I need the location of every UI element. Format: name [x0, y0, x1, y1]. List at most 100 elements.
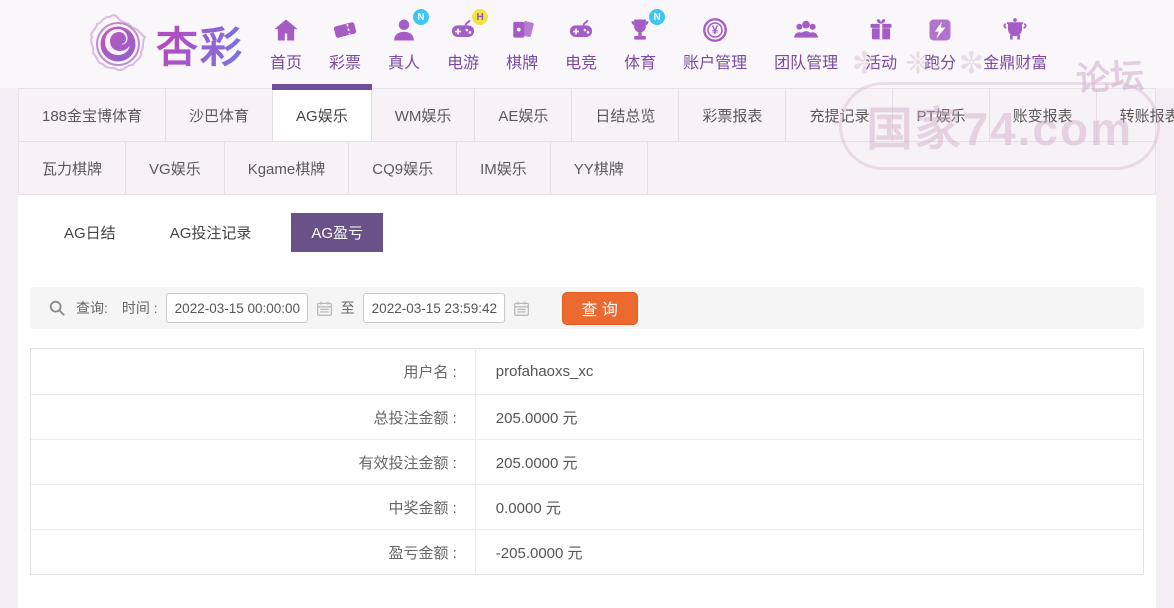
nav-item[interactable]: 团队管理 [774, 15, 838, 73]
calendar-icon[interactable] [316, 300, 333, 317]
nav-item-label: 账户管理 [683, 55, 748, 72]
nav-item[interactable]: 跑分 [924, 15, 956, 73]
team-icon [792, 16, 820, 44]
nav-item[interactable]: 棋牌 [506, 15, 538, 73]
report-tab[interactable]: VG娱乐 [126, 142, 225, 194]
nav-item[interactable]: 金鼎财富 [983, 15, 1047, 73]
tab-row-1: 188金宝博体育 沙巴体育 AG娱乐 WM娱乐 AE娱乐 日结总览 彩票报表 充… [19, 84, 1174, 141]
tab-label: WM娱乐 [394, 107, 452, 125]
tab-label: 瓦力棋牌 [42, 160, 103, 178]
report-tab[interactable]: 188金宝博体育 [19, 89, 167, 141]
cards-icon [508, 16, 536, 44]
row-value: profahaoxs_xc [495, 363, 594, 380]
row-label: 总投注金额 : [31, 395, 476, 439]
table-row: 用户名 : profahaoxs_xc [31, 349, 1143, 394]
report-tab[interactable]: 转账报表 [1097, 89, 1174, 141]
ag-subtab[interactable]: AG盈亏 [291, 213, 384, 252]
subtab-label: AG日结 [64, 225, 116, 242]
time-from-input[interactable] [165, 293, 308, 323]
tab-label: AE娱乐 [498, 107, 549, 125]
tab-label: 账变报表 [1012, 107, 1073, 125]
row-label: 中奖金额 : [31, 485, 476, 529]
ticket-icon [331, 16, 359, 44]
to-label: 至 [340, 300, 355, 316]
runner-icon [926, 16, 954, 44]
nav-item[interactable]: 彩票 [329, 15, 361, 73]
row-label: 用户名 : [31, 349, 476, 394]
report-tab[interactable]: 彩票报表 [679, 89, 787, 141]
time-to-input[interactable] [362, 293, 505, 323]
row-value: 205.0000 元 [495, 454, 578, 472]
nav-item-label: 棋牌 [506, 55, 539, 72]
tab-label: 彩票报表 [702, 107, 763, 125]
tab-label: 转账报表 [1119, 107, 1174, 125]
tab-label: IM娱乐 [480, 160, 527, 178]
table-row: 有效投注金额 : 205.0000 元 [31, 439, 1143, 484]
report-tab[interactable]: 日结总览 [572, 89, 680, 141]
nav-item[interactable]: 电竞 [565, 15, 597, 73]
calendar-icon[interactable] [513, 300, 530, 317]
subtab-label: AG盈亏 [311, 225, 364, 242]
nav-item-label: 团队管理 [774, 55, 839, 72]
nav-item-label: 金鼎财富 [983, 55, 1048, 72]
nav-item[interactable]: 账户管理 [683, 15, 747, 73]
nav-item-label: 首页 [270, 55, 303, 72]
nav-item[interactable]: 首页 [270, 15, 302, 73]
brand-emblem-icon [90, 14, 147, 72]
tab-label: VG娱乐 [149, 160, 201, 178]
content-wrapper: 188金宝博体育 沙巴体育 AG娱乐 WM娱乐 AE娱乐 日结总览 彩票报表 充… [18, 84, 1174, 608]
tab-label: CQ9娱乐 [372, 160, 434, 178]
report-tab[interactable]: 账变报表 [990, 89, 1097, 141]
row-label: 有效投注金额 : [31, 440, 476, 484]
report-tab[interactable]: IM娱乐 [457, 142, 551, 194]
coin-icon [701, 16, 729, 44]
ag-subtab[interactable]: AG投注记录 [156, 213, 266, 252]
nav-item-label: 电游 [447, 55, 480, 72]
query-label: 查询: [76, 300, 108, 316]
report-tab[interactable]: YY棋牌 [551, 142, 648, 194]
main-nav: 首页 彩票 N 真人 H 电游 棋牌 电竞 N 体育 账户管理 团队管理 活动 … [270, 9, 1047, 73]
report-tab[interactable]: AG娱乐 [272, 84, 372, 141]
report-tab[interactable]: AE娱乐 [475, 89, 573, 141]
report-tab[interactable]: PT娱乐 [893, 89, 990, 141]
home-icon [272, 16, 300, 44]
report-tab[interactable]: Kgame棋牌 [225, 142, 350, 194]
nav-item[interactable]: H 电游 [447, 9, 489, 73]
nav-badge: N [649, 9, 666, 25]
nav-item[interactable]: N 体育 [624, 9, 666, 73]
nav-badge: H [472, 9, 489, 25]
table-row: 盈亏金额 : -205.0000 元 [31, 529, 1143, 574]
tab-label: Kgame棋牌 [247, 160, 326, 178]
ag-subtab[interactable]: AG日结 [50, 213, 130, 252]
row-value: 0.0000 元 [495, 499, 561, 517]
nav-item-label: 跑分 [924, 55, 957, 72]
brand-name: 杏彩 [156, 14, 244, 75]
tab-label: 188金宝博体育 [42, 107, 143, 125]
nav-badge: N [413, 9, 430, 25]
nav-item-label: 活动 [865, 55, 898, 72]
search-icon [49, 300, 65, 316]
time-label: 时间 : [121, 300, 158, 316]
report-tab[interactable]: CQ9娱乐 [349, 142, 458, 194]
tab-label: 充提记录 [809, 107, 870, 125]
brand-logo[interactable]: 杏彩 [88, 14, 244, 75]
gift-icon [867, 16, 895, 44]
top-header: 杏彩 首页 彩票 N 真人 H 电游 棋牌 电竞 N 体育 账户管理 团队管理 … [0, 0, 1174, 88]
nav-item-label: 真人 [388, 55, 421, 72]
report-tabstrip: 188金宝博体育 沙巴体育 AG娱乐 WM娱乐 AE娱乐 日结总览 彩票报表 充… [18, 84, 1174, 195]
profit-summary-table: 用户名 : profahaoxs_xc 总投注金额 : 205.0000 元 有… [30, 348, 1144, 575]
query-button[interactable]: 查 询 [561, 291, 638, 325]
tab-label: YY棋牌 [573, 160, 624, 178]
nav-item-label: 彩票 [329, 55, 362, 72]
report-tab[interactable]: 充提记录 [786, 89, 894, 141]
tab-label: 沙巴体育 [189, 107, 250, 125]
subtab-label: AG投注记录 [169, 225, 252, 242]
nav-item[interactable]: N 真人 [388, 9, 430, 73]
table-row: 中奖金额 : 0.0000 元 [31, 484, 1143, 529]
nav-item[interactable]: 活动 [865, 15, 897, 73]
report-tab[interactable]: 沙巴体育 [166, 89, 274, 141]
nav-item-label: 体育 [624, 55, 657, 72]
report-tab[interactable]: WM娱乐 [372, 89, 476, 141]
report-tab[interactable]: 瓦力棋牌 [19, 142, 127, 194]
nav-item-label: 电竞 [565, 55, 598, 72]
